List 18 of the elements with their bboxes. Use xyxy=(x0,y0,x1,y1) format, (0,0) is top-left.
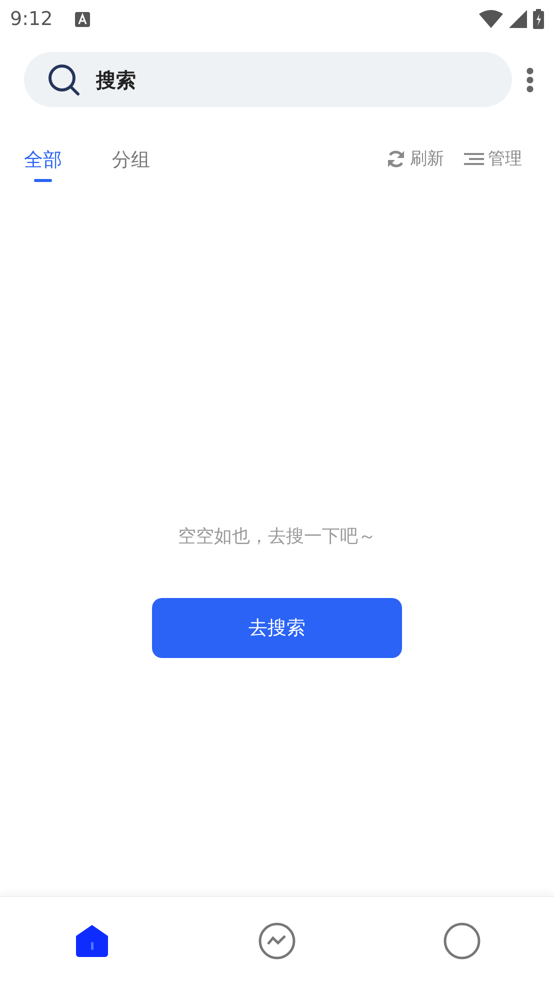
status-time: 9:12 xyxy=(10,8,53,30)
search-icon xyxy=(48,64,80,96)
list-icon xyxy=(464,152,484,166)
home-icon xyxy=(74,923,110,959)
refresh-icon xyxy=(386,148,406,168)
battery-icon xyxy=(533,9,544,29)
manage-button[interactable]: 管理 xyxy=(464,147,522,170)
signal-icon xyxy=(509,10,527,28)
refresh-button[interactable]: 刷新 xyxy=(386,147,444,170)
notification-icon xyxy=(74,12,90,26)
circle-icon xyxy=(442,922,481,960)
empty-message: 空空如也，去搜一下吧～ xyxy=(178,525,376,548)
tab[interactable]: 分组 xyxy=(112,147,150,182)
more-icon[interactable] xyxy=(526,66,534,92)
search-button[interactable]: 去搜索 xyxy=(152,598,402,658)
wifi-icon xyxy=(479,10,503,28)
trend-icon xyxy=(258,922,296,960)
tab[interactable]: 全部 xyxy=(24,147,62,182)
